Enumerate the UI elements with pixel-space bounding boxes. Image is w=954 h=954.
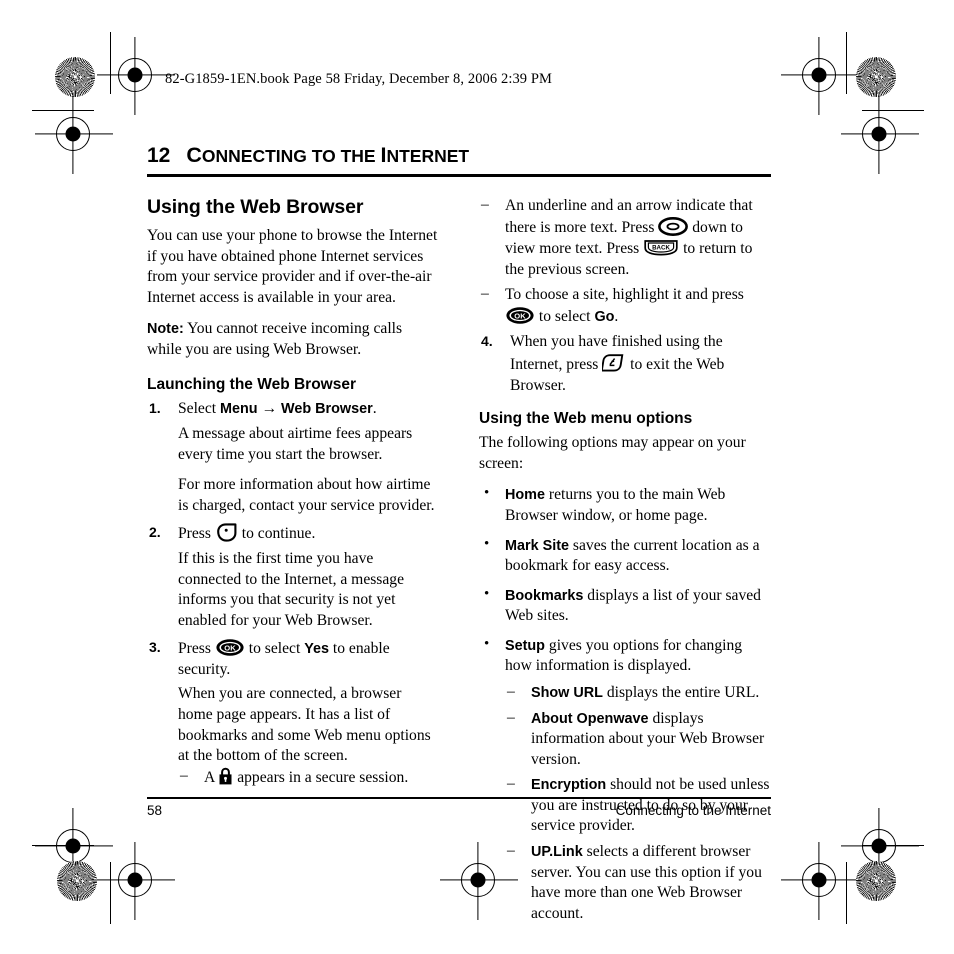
step-2-para-1: If this is the first time you have conne…: [178, 549, 405, 629]
tip2-text-2: to select: [538, 307, 591, 325]
secure-after-text: appears in a secure session.: [237, 768, 409, 786]
tip-item-more-text: – An underline and an arrow indicate tha…: [479, 196, 771, 280]
step-1: 1. Select Menu → Web Browser. A message …: [147, 399, 439, 516]
launch-steps-list: 1. Select Menu → Web Browser. A message …: [147, 399, 439, 788]
page-footer: 58 Connecting to the Internet: [147, 797, 771, 818]
bullet-marker: •: [484, 485, 490, 502]
dash-marker: –: [507, 842, 515, 860]
option-home-term: Home: [505, 487, 545, 504]
chapter-title: CONNECTING TO THE INTERNET: [186, 143, 470, 167]
tip2-text-1: To choose a site, highlight it and press: [505, 286, 744, 304]
ok-key-icon: OK: [505, 306, 535, 325]
file-header-stamp: 82-G1859-1EN.book Page 58 Friday, Decemb…: [165, 71, 553, 87]
suboption-about-openwave: – About Openwave displays information ab…: [505, 709, 771, 771]
suboption-up-link-term: UP.Link: [531, 844, 583, 861]
step-4-number: 4.: [481, 333, 493, 350]
dash-marker: –: [481, 196, 489, 213]
step-2-number: 2.: [149, 524, 161, 541]
end-key-icon: [602, 353, 626, 373]
intro-paragraph: You can use your phone to browse the Int…: [147, 227, 438, 306]
note-label: Note:: [147, 321, 184, 338]
secure-session-list: – A appears in a secure session.: [178, 767, 439, 789]
web-menu-options-list: • Home returns you to the main Web Brows…: [479, 485, 771, 924]
right-column: – An underline and an arrow indicate tha…: [479, 196, 771, 929]
svg-text:OK: OK: [514, 311, 526, 320]
step-3: 3. Press OK to select Yes to enable secu…: [147, 638, 439, 788]
bullet-marker: •: [484, 585, 490, 602]
section-heading-using-web-browser: Using the Web Browser: [147, 196, 364, 218]
suboption-show-url-desc: displays the entire URL.: [606, 683, 760, 701]
footer-chapter-name: Connecting to the Internet: [615, 803, 771, 819]
step-1-arrow: →: [261, 400, 278, 418]
dash-marker: –: [507, 682, 515, 700]
step-3-number: 3.: [149, 639, 161, 656]
step-4-list: 4. When you have finished using the Inte…: [479, 332, 771, 396]
web-menu-intro: The following options may appear on your…: [479, 434, 746, 472]
step-2: 2. Press to continue. If this is the fir…: [147, 523, 439, 631]
browser-tips-list: – An underline and an arrow indicate tha…: [479, 196, 771, 327]
step-1-tail: .: [372, 400, 377, 418]
tip-item-choose-site: – To choose a site, highlight it and pre…: [479, 285, 771, 327]
step-1-para-2: For more information about how airtime i…: [178, 476, 435, 514]
secure-session-item: – A appears in a secure session.: [178, 767, 439, 789]
bullet-marker: •: [484, 535, 490, 552]
step-2-tail: to continue.: [241, 525, 316, 543]
ok-key-icon: OK: [215, 638, 245, 657]
secure-before-text: A: [204, 768, 215, 786]
step-3-mid: to select: [248, 640, 301, 658]
step-4: 4. When you have finished using the Inte…: [479, 332, 771, 396]
chapter-rule: [147, 174, 771, 177]
option-bookmarks-term: Bookmarks: [505, 587, 584, 604]
dash-marker: –: [507, 775, 515, 793]
back-key-icon: BACK: [643, 238, 679, 257]
step-3-para-1: When you are connected, a browser home p…: [178, 685, 431, 765]
note-text: You cannot receive incoming calls while …: [147, 320, 403, 358]
option-home: • Home returns you to the main Web Brows…: [479, 485, 771, 526]
tip2-bold-go: Go: [594, 308, 615, 325]
manual-page: 82-G1859-1EN.book Page 58 Friday, Decemb…: [0, 0, 954, 954]
suboption-about-openwave-term: About Openwave: [531, 710, 649, 727]
chapter-number: 12: [147, 144, 171, 167]
suboption-show-url-term: Show URL: [531, 684, 603, 701]
subsection-heading-web-menu-options: Using the Web menu options: [479, 410, 693, 428]
tip2-text-3: .: [614, 307, 619, 325]
svg-text:BACK: BACK: [652, 245, 670, 252]
step-3-bold-yes: Yes: [304, 641, 329, 658]
option-mark-site: • Mark Site saves the current location a…: [479, 536, 771, 577]
option-setup: • Setup gives you options for changing h…: [479, 636, 771, 925]
step-1-para-1: A message about airtime fees appears eve…: [178, 425, 413, 463]
soft-key-icon: [215, 523, 238, 543]
two-column-body: Using the Web Browser You can use your p…: [147, 196, 771, 929]
option-mark-site-term: Mark Site: [505, 537, 569, 554]
bullet-marker: •: [484, 635, 490, 652]
step-1-bold-menu: Menu: [220, 401, 258, 418]
step-1-number: 1.: [149, 400, 161, 417]
svg-text:OK: OK: [224, 644, 236, 653]
chapter-heading: 12 CONNECTING TO THE INTERNET: [147, 143, 771, 177]
dash-marker: –: [481, 285, 489, 303]
note-paragraph: Note: You cannot receive incoming calls …: [147, 319, 439, 360]
navigation-key-icon: [658, 216, 689, 236]
suboption-encryption-term: Encryption: [531, 777, 607, 794]
suboption-up-link: – UP.Link selects a different browser se…: [505, 842, 771, 924]
option-bookmarks: • Bookmarks displays a list of your save…: [479, 586, 771, 627]
step-1-bold-web-browser: Web Browser: [281, 401, 373, 418]
dash-marker: –: [180, 766, 188, 784]
step-1-lead: Select: [178, 400, 217, 418]
footer-rule: [147, 797, 771, 800]
footer-page-number: 58: [147, 803, 163, 819]
dash-marker: –: [507, 708, 515, 726]
suboption-show-url: – Show URL displays the entire URL.: [505, 683, 771, 704]
step-3-press: Press: [178, 640, 211, 658]
subsection-heading-launching: Launching the Web Browser: [147, 376, 356, 394]
step-2-press: Press: [178, 525, 211, 543]
option-setup-term: Setup: [505, 637, 545, 654]
padlock-icon: [218, 767, 233, 786]
left-column: Using the Web Browser You can use your p…: [147, 196, 439, 929]
